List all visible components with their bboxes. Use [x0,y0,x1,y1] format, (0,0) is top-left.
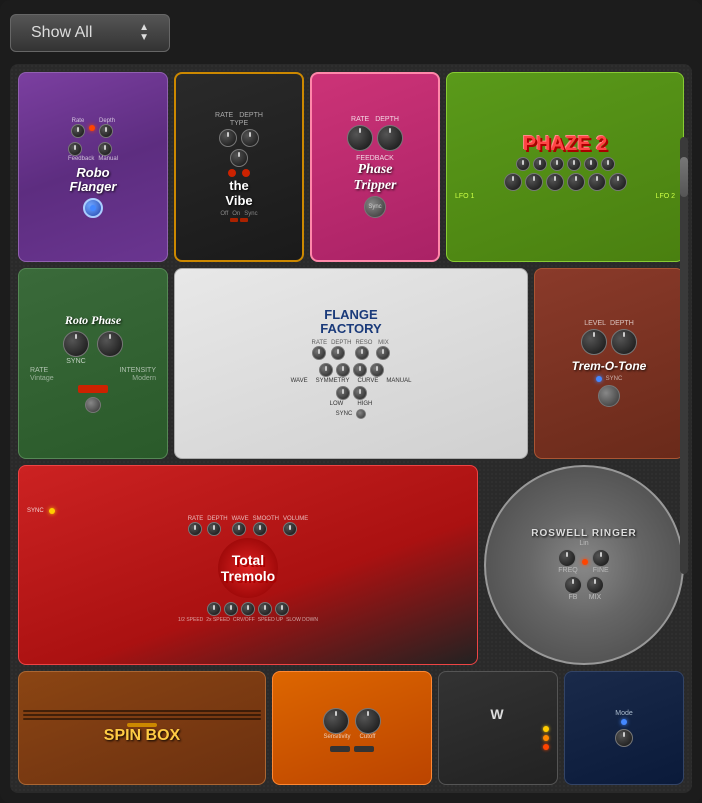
scrollbar[interactable] [680,137,688,574]
manual-knob[interactable] [98,142,112,156]
rate-knob-vibe[interactable] [219,129,237,147]
spin-box-pedal[interactable]: SPIN BOX [18,671,266,785]
mix-knob[interactable] [586,576,604,594]
type-knob-vibe[interactable] [230,149,248,167]
roto-phase-pedal[interactable]: Roto Phase SYNC RATEINTENSITY [18,268,168,458]
main-container: Show All ▲ ▼ Rate [0,0,702,803]
robo-flanger-pedal[interactable]: Rate Depth Feedback [18,72,168,262]
scrollbar-thumb[interactable] [680,157,688,197]
depth-knob-pt[interactable] [377,125,403,151]
navy-pedal[interactable]: Mode [564,671,684,785]
toolbar: Show All ▲ ▼ [10,10,692,56]
phase-tripper-pedal[interactable]: RATEDEPTH FEEDBACK PhaseTripper Sync [310,72,440,262]
depth-knob[interactable] [99,124,113,138]
pedal-row-4: SPIN BOX Sensitivity Cutoff [18,671,684,785]
rate-knob[interactable] [71,124,85,138]
depth-knob-tot[interactable] [611,329,637,355]
spin-box-title: SPIN BOX [104,727,180,745]
trem-o-tone-pedal[interactable]: LEVELDEPTH Trem-O-Tone SYNC [534,268,684,458]
pedal-row-2: Roto Phase SYNC RATEINTENSITY [18,268,684,458]
pedal-row-3: SYNC RATE DEPTH WAVE [18,465,684,665]
dropdown-arrows: ▲ ▼ [139,23,149,43]
lfo1-label: LFO 1 [455,193,474,200]
phaze2-pedal[interactable]: PHAZE 2 [446,72,684,262]
fb-knob[interactable] [564,576,582,594]
depth-knob-vibe[interactable] [241,129,259,147]
show-all-button[interactable]: Show All ▲ ▼ [10,14,170,52]
phaze2-title: PHAZE 2 [523,134,607,154]
flange-factory-title: FLANGEFACTORY [320,308,381,337]
roswell-ringer-title: ROSWELL RINGER [531,528,636,539]
intensity-knob-rp[interactable] [97,331,123,357]
pedals-area: Rate Depth Feedback [10,64,692,793]
fine-knob[interactable] [592,549,610,567]
freq-knob[interactable] [558,549,576,567]
show-all-label: Show All [31,24,92,42]
lfo2-label: LFO 2 [656,193,675,200]
the-vibe-pedal[interactable]: RATEDEPTH TYPE theVibe OffOnSync [174,72,304,262]
roswell-ringer-pedal[interactable]: ROSWELL RINGER Lin FREQ FINE [484,465,684,665]
rate-knob-pt[interactable] [347,125,373,151]
rate-knob-rp[interactable] [63,331,89,357]
feedback-knob[interactable] [68,142,82,156]
dark-pedal[interactable]: W [438,671,558,785]
level-knob-tot[interactable] [581,329,607,355]
flange-factory-pedal[interactable]: FLANGEFACTORY RATE DEPTH RESO [174,268,528,458]
pedal-row-1: Rate Depth Feedback [18,72,684,262]
total-tremolo-name: TotalTremolo [221,552,275,584]
total-tremolo-pedal[interactable]: SYNC RATE DEPTH WAVE [18,465,478,665]
orange-pedal[interactable]: Sensitivity Cutoff [272,671,432,785]
